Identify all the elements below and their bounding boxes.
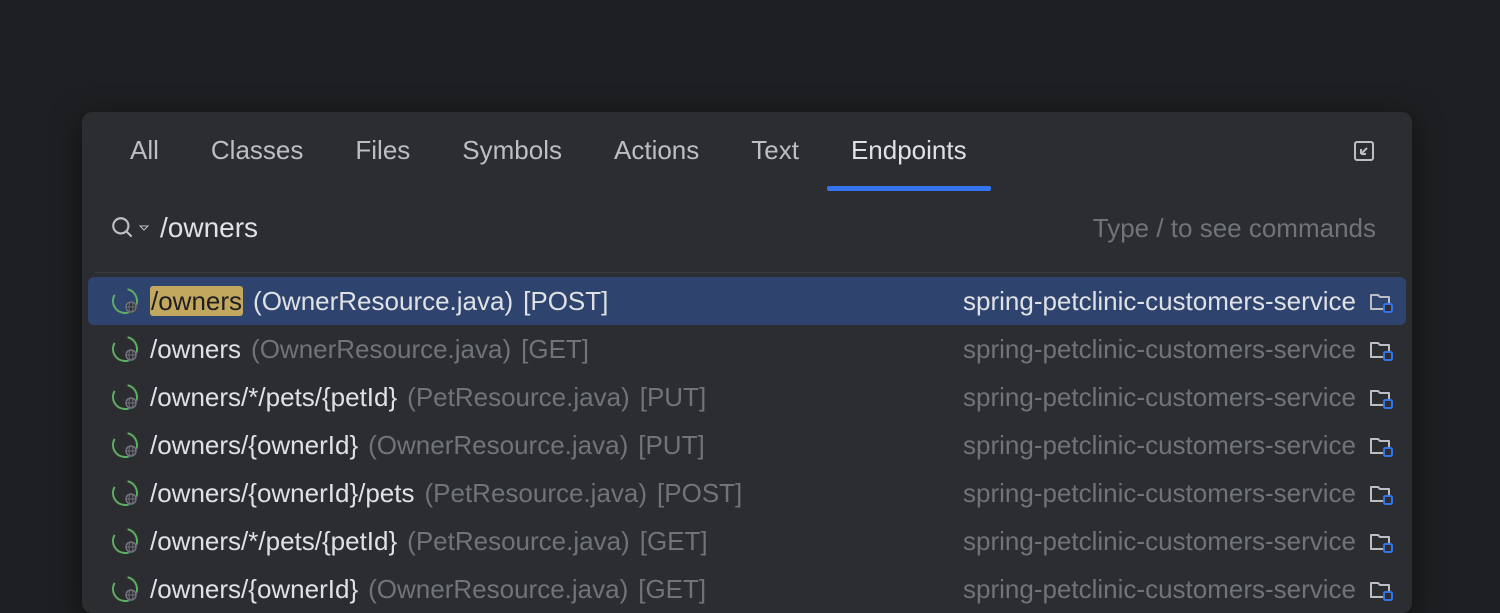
result-main: /owners/{ownerId}/pets (PetResource.java…	[150, 478, 963, 509]
result-method: [POST]	[657, 478, 742, 509]
search-row: Type / to see commands	[82, 190, 1412, 272]
result-method: [GET]	[521, 334, 589, 365]
endpoint-icon	[112, 336, 140, 362]
module-icon	[1368, 336, 1394, 362]
result-main: /owners (OwnerResource.java) [GET]	[150, 334, 963, 365]
result-row[interactable]: /owners/{ownerId} (OwnerResource.java) […	[82, 565, 1412, 613]
tab-text[interactable]: Text	[725, 112, 825, 190]
tabs-bar: All Classes Files Symbols Actions Text E…	[82, 112, 1412, 190]
result-path: /owners	[150, 334, 241, 365]
result-row[interactable]: /owners (OwnerResource.java) [POST] spri…	[88, 277, 1406, 325]
result-module: spring-petclinic-customers-service	[963, 334, 1356, 365]
result-main: /owners/*/pets/{petId} (PetResource.java…	[150, 382, 963, 413]
endpoint-icon	[112, 528, 140, 554]
result-module: spring-petclinic-customers-service	[963, 430, 1356, 461]
result-path: /owners/*/pets/{petId}	[150, 382, 397, 413]
tab-actions[interactable]: Actions	[588, 112, 725, 190]
module-icon	[1368, 480, 1394, 506]
result-main: /owners/*/pets/{petId} (PetResource.java…	[150, 526, 963, 557]
endpoint-icon	[112, 480, 140, 506]
result-row[interactable]: /owners/{ownerId}/pets (PetResource.java…	[82, 469, 1412, 517]
result-file: (OwnerResource.java)	[368, 430, 628, 461]
result-module: spring-petclinic-customers-service	[963, 382, 1356, 413]
endpoint-icon	[112, 288, 140, 314]
result-path: /owners/*/pets/{petId}	[150, 526, 397, 557]
result-file: (PetResource.java)	[407, 526, 630, 557]
tab-files[interactable]: Files	[329, 112, 436, 190]
results-list: /owners (OwnerResource.java) [POST] spri…	[82, 273, 1412, 613]
module-icon	[1368, 384, 1394, 410]
result-path: /owners	[150, 286, 243, 317]
result-main: /owners (OwnerResource.java) [POST]	[150, 286, 963, 317]
result-file: (OwnerResource.java)	[251, 334, 511, 365]
result-method: [PUT]	[640, 382, 706, 413]
result-path: /owners/{ownerId}/pets	[150, 478, 415, 509]
result-row[interactable]: /owners (OwnerResource.java) [GET] sprin…	[82, 325, 1412, 373]
result-main: /owners/{ownerId} (OwnerResource.java) […	[150, 430, 963, 461]
module-icon	[1368, 288, 1394, 314]
endpoint-icon	[112, 576, 140, 602]
module-icon	[1368, 528, 1394, 554]
search-everywhere-dialog: All Classes Files Symbols Actions Text E…	[82, 112, 1412, 613]
result-path: /owners/{ownerId}	[150, 430, 358, 461]
result-file: (PetResource.java)	[425, 478, 648, 509]
result-file: (OwnerResource.java)	[253, 286, 513, 317]
result-row[interactable]: /owners/*/pets/{petId} (PetResource.java…	[82, 517, 1412, 565]
result-method: [GET]	[640, 526, 708, 557]
tab-symbols[interactable]: Symbols	[436, 112, 588, 190]
module-icon	[1368, 576, 1394, 602]
search-input[interactable]	[160, 212, 1093, 244]
result-method: [POST]	[523, 286, 608, 317]
open-as-tool-window-icon[interactable]	[1351, 138, 1377, 164]
tab-classes[interactable]: Classes	[185, 112, 329, 190]
result-row[interactable]: /owners/*/pets/{petId} (PetResource.java…	[82, 373, 1412, 421]
result-method: [PUT]	[638, 430, 704, 461]
result-row[interactable]: /owners/{ownerId} (OwnerResource.java) […	[82, 421, 1412, 469]
tab-endpoints[interactable]: Endpoints	[825, 112, 993, 190]
result-module: spring-petclinic-customers-service	[963, 286, 1356, 317]
module-icon	[1368, 432, 1394, 458]
tab-all[interactable]: All	[110, 112, 185, 190]
result-module: spring-petclinic-customers-service	[963, 478, 1356, 509]
endpoint-icon	[112, 432, 140, 458]
search-icon[interactable]	[110, 215, 150, 241]
endpoint-icon	[112, 384, 140, 410]
result-module: spring-petclinic-customers-service	[963, 526, 1356, 557]
result-file: (PetResource.java)	[407, 382, 630, 413]
search-hint: Type / to see commands	[1093, 213, 1376, 244]
